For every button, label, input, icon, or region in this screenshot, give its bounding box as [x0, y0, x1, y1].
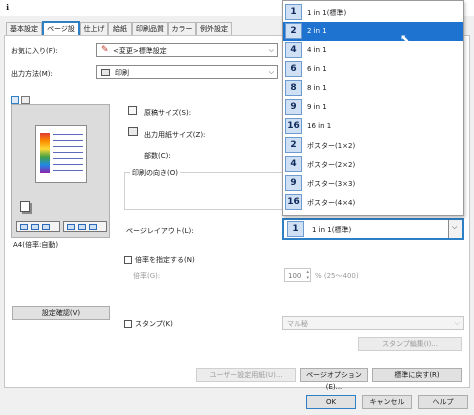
color-bars-icon [40, 133, 50, 173]
page-layout-label: ページレイアウト(L): [126, 227, 194, 235]
cancel-button[interactable]: キャンセル [362, 395, 412, 409]
tab-print-quality[interactable]: 印刷品質 [132, 22, 168, 35]
output-method-select[interactable]: 印刷 ⌵ [96, 65, 278, 79]
dropdown-item[interactable]: 8 8 in 1 [283, 79, 463, 98]
dropdown-item[interactable]: 6 6 in 1 [283, 60, 463, 79]
document-icon [128, 106, 137, 115]
dropdown-item[interactable]: 9 ポスター(3×3) [283, 174, 463, 193]
favorites-label: お気に入り(F): [11, 47, 58, 55]
chevron-down-icon: ⌵ [452, 223, 458, 231]
page-layout-dropdown-button[interactable]: ⌵ [448, 220, 462, 238]
chevron-down-icon: ⌵ [268, 68, 274, 76]
help-button[interactable]: ヘルプ [418, 395, 468, 409]
zoom-input[interactable]: 100 ▴ ▾ [284, 268, 311, 282]
window-title: ℹ [6, 3, 10, 12]
dropdown-item[interactable]: 1 1 in 1(標準) [283, 3, 463, 22]
printer-icon [128, 127, 138, 136]
tab-exceptions[interactable]: 例外設定 [196, 22, 232, 35]
dropdown-item[interactable]: 16 16 in 1 [283, 117, 463, 136]
orientation-landscape-icons[interactable] [63, 221, 107, 232]
copies-label: 部数(C): [144, 152, 171, 160]
zoom-sub-label: 倍率(G): [133, 272, 161, 280]
dropdown-item[interactable]: 4 4 in 1 [283, 41, 463, 60]
check-settings-button[interactable]: 設定確認(V) [12, 306, 110, 320]
orientation-label: 印刷の向き(O) [130, 168, 180, 178]
dropdown-item-selected[interactable]: 2 2 in 1 ⬉ [283, 22, 463, 45]
page-thumbnail [35, 125, 87, 183]
original-size-label: 原稿サイズ(S): [144, 109, 192, 117]
zoom-range: % (25〜400) [315, 272, 359, 280]
stamp-edit-button[interactable]: スタンプ編集(I)... [358, 337, 462, 351]
tab-paper-feed[interactable]: 給紙 [108, 22, 132, 35]
stamp-label: スタンプ(K) [135, 320, 173, 328]
preview-caption: A4(倍率:自動) [13, 241, 59, 249]
user-paper-button[interactable]: ユーザー設定用紙(U)... [196, 368, 296, 382]
zoom-label: 倍率を指定する(N) [135, 256, 195, 264]
page-layout-num-icon: 1 [287, 221, 304, 237]
stamp-checkbox[interactable] [124, 320, 132, 328]
dropdown-item[interactable]: 2 ポスター(1×2) [283, 136, 463, 155]
copies-stack-icon [20, 201, 30, 212]
stamp-select[interactable]: マル秘 ⌵ [282, 316, 464, 330]
printer-icon [101, 69, 110, 76]
chevron-down-icon: ⌵ [454, 319, 460, 327]
page-layout-value: 1 in 1(標準) [312, 226, 352, 234]
page-layout-dropdown-list: 1 1 in 1(標準) 2 2 in 1 ⬉ 4 4 in 1 6 6 in … [282, 0, 464, 216]
orientation-portrait-icons[interactable] [16, 221, 60, 232]
tab-basic[interactable]: 基本設定 [6, 22, 42, 35]
output-method-label: 出力方法(M): [11, 70, 53, 78]
dropdown-item[interactable]: 9 9 in 1 [283, 98, 463, 117]
dropdown-item[interactable]: 16 ポスター(4×4) [283, 193, 463, 212]
pencil-icon: ✎ [101, 45, 109, 55]
tab-finishing[interactable]: 仕上げ [80, 22, 108, 35]
dropdown-item[interactable]: 4 ポスター(2×2) [283, 155, 463, 174]
ok-button[interactable]: OK [306, 395, 356, 409]
page-options-button[interactable]: ページオプション(E)... [300, 368, 368, 391]
printer-properties-window: ℹ 基本設定 ページ設定 仕上げ 給紙 印刷品質 カラー 例外設定 お気に入り(… [0, 0, 474, 415]
page-layout-select[interactable]: 1 1 in 1(標準) ⌵ [282, 218, 464, 240]
spinner-icon[interactable]: ▴ ▾ [306, 269, 309, 281]
page-view-icon[interactable] [11, 96, 19, 104]
tab-page-setup[interactable]: ページ設定 [42, 21, 80, 45]
zoom-checkbox[interactable] [124, 256, 132, 264]
printer-view-icon[interactable] [21, 96, 30, 104]
output-paper-size-label: 出力用紙サイズ(Z): [144, 131, 206, 139]
tab-color[interactable]: カラー [168, 22, 196, 35]
print-preview [11, 104, 110, 238]
restore-default-button[interactable]: 標準に戻す(R) [372, 368, 462, 382]
chevron-down-icon: ⌵ [268, 46, 274, 54]
favorites-select[interactable]: ✎ <変更>標準設定 ⌵ [96, 43, 278, 57]
